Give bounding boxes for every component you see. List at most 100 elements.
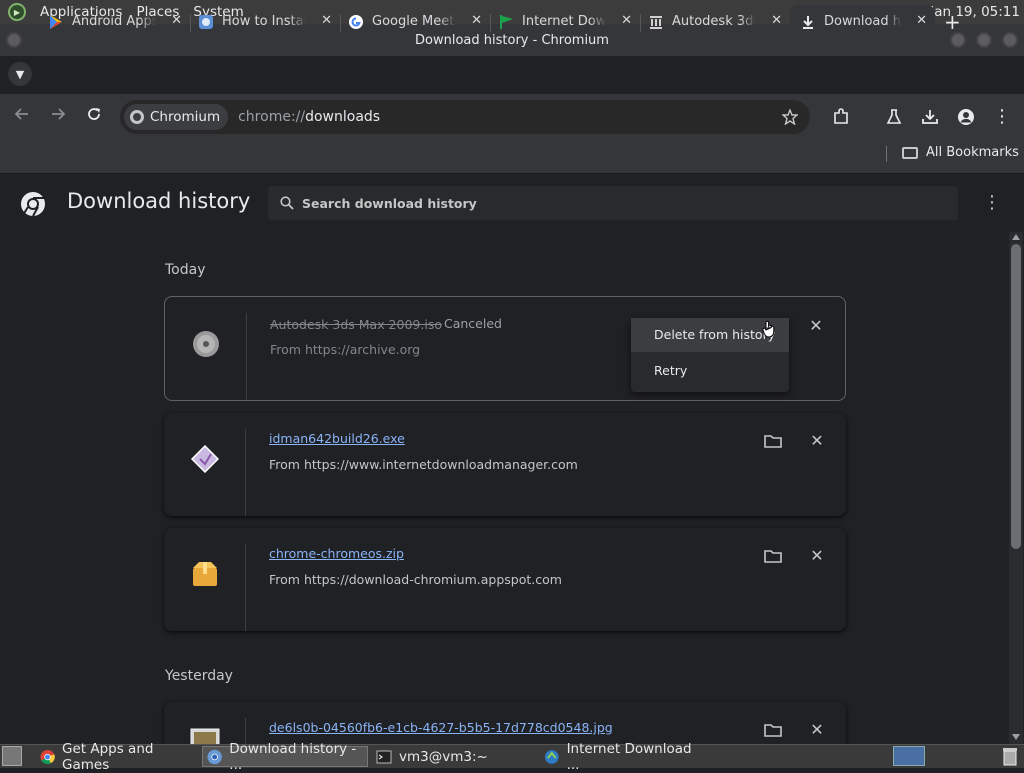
browser-menu-kebab-icon[interactable]: ⋮ xyxy=(991,106,1013,128)
download-filename-link[interactable]: idman642build26.exe xyxy=(269,431,405,446)
search-downloads-box[interactable] xyxy=(268,186,958,220)
forward-button[interactable] xyxy=(47,106,69,128)
google-play-icon xyxy=(50,14,62,29)
scroll-up-arrow[interactable] xyxy=(1012,234,1020,240)
green-flag-icon xyxy=(500,14,513,29)
page-title: Download history xyxy=(67,189,251,213)
item-divider xyxy=(245,544,246,631)
labs-flask-icon[interactable] xyxy=(886,108,902,126)
download-item: idman642build26.exe From https://www.int… xyxy=(164,413,846,516)
idm-icon xyxy=(544,749,559,764)
download-filename-link[interactable]: de6ls0b-04560fb6-e1cb-4627-b5b5-17d778cd… xyxy=(269,720,613,735)
maximize-button[interactable] xyxy=(976,32,992,48)
show-in-folder-icon[interactable] xyxy=(764,548,782,564)
remove-item-close-icon[interactable]: ✕ xyxy=(807,317,825,335)
archive-org-icon xyxy=(650,15,662,29)
tab-autodesk[interactable]: Autodesk 3ds ✕ xyxy=(640,5,790,38)
all-bookmarks-label: All Bookmarks xyxy=(926,145,1019,160)
tab-how-to-install[interactable]: How to Install ✕ xyxy=(190,5,340,38)
taskbar-item-get-apps[interactable]: Get Apps and Games xyxy=(36,741,196,773)
address-bar[interactable]: Chromium chrome://downloads xyxy=(120,100,810,134)
tab-internet-download[interactable]: Internet Download ✕ xyxy=(490,5,640,38)
close-tab-icon[interactable]: ✕ xyxy=(171,13,182,28)
scrollbar-thumb[interactable] xyxy=(1011,244,1021,549)
reload-button[interactable] xyxy=(83,106,105,128)
download-filename-link[interactable]: chrome-chromeos.zip xyxy=(269,546,404,561)
page-more-actions-icon[interactable]: ⋮ xyxy=(982,192,1002,213)
taskbar-item-terminal[interactable]: vm3@vm3:~ xyxy=(372,746,532,767)
tab-download-history[interactable]: Download history ✕ xyxy=(790,5,935,38)
close-tab-icon[interactable]: ✕ xyxy=(321,13,332,28)
chromium-logo-icon xyxy=(130,110,144,124)
zip-archive-icon xyxy=(193,562,217,586)
distro-logo-icon[interactable]: ▶ xyxy=(8,3,26,21)
new-tab-button[interactable]: + xyxy=(944,5,968,38)
downloads-toolbar-icon[interactable] xyxy=(921,108,939,126)
tray-chromium-icon[interactable] xyxy=(893,746,925,766)
arrow-left-icon xyxy=(14,108,28,120)
download-source: From https://download-chromium.appspot.c… xyxy=(269,572,562,587)
chromium-logo-icon xyxy=(21,192,45,217)
extensions-puzzle-icon[interactable] xyxy=(832,108,850,126)
download-item: chrome-chromeos.zip From https://downloa… xyxy=(164,528,846,631)
item-divider xyxy=(245,429,246,516)
bookmarks-separator xyxy=(886,146,887,162)
all-bookmarks-button[interactable]: All Bookmarks xyxy=(902,145,1019,160)
download-item: de6ls0b-04560fb6-e1cb-4627-b5b5-17d778cd… xyxy=(164,702,846,744)
close-tab-icon[interactable]: ✕ xyxy=(916,13,927,28)
download-icon xyxy=(803,15,813,29)
retry-menu-item[interactable]: Retry xyxy=(631,354,789,388)
window-menu-button[interactable] xyxy=(6,32,22,48)
close-window-button[interactable] xyxy=(1002,32,1018,48)
tab-label: Internet Download xyxy=(522,14,606,29)
section-heading-yesterday: Yesterday xyxy=(165,668,233,684)
taskbar-item-internet-download[interactable]: Internet Download ... xyxy=(540,741,705,773)
google-icon xyxy=(349,14,363,29)
search-input[interactable] xyxy=(302,195,902,211)
close-tab-icon[interactable]: ✕ xyxy=(471,13,482,28)
taskbar-item-label: vm3@vm3:~ xyxy=(399,748,488,765)
web-page-icon xyxy=(199,14,213,29)
download-source: From https://www.internetdownloadmanager… xyxy=(269,457,578,472)
bookmarks-bar xyxy=(0,140,1024,174)
disc-icon xyxy=(193,331,219,357)
section-heading-today: Today xyxy=(165,262,206,278)
scroll-down-arrow[interactable] xyxy=(1012,734,1020,740)
folder-icon xyxy=(902,146,918,159)
tab-strip xyxy=(0,56,1024,94)
tab-google-meet[interactable]: Google Meet ✕ xyxy=(340,5,490,38)
chrome-icon xyxy=(40,749,55,764)
show-in-folder-icon[interactable] xyxy=(764,722,782,738)
hand-pointer-cursor-icon xyxy=(762,320,775,338)
remove-item-close-icon[interactable]: ✕ xyxy=(808,721,826,739)
taskbar-item-download-history[interactable]: Download history - ... xyxy=(202,741,368,773)
back-button[interactable] xyxy=(11,106,33,128)
close-tab-icon[interactable]: ✕ xyxy=(621,13,632,28)
url-host: downloads xyxy=(305,109,381,125)
plus-icon: + xyxy=(944,9,961,34)
remove-item-close-icon[interactable]: ✕ xyxy=(808,432,826,450)
url-text[interactable]: chrome://downloads xyxy=(238,109,380,125)
chromium-icon xyxy=(207,749,222,764)
item-divider xyxy=(246,313,247,400)
download-filename: Autodesk 3ds Max 2009.iso xyxy=(270,317,442,332)
tab-search-dropdown-button[interactable]: ▼ xyxy=(8,62,32,86)
site-info-chip[interactable]: Chromium xyxy=(124,104,229,130)
profile-avatar-icon[interactable] xyxy=(957,108,975,126)
bookmark-star-icon[interactable] xyxy=(782,109,798,125)
tab-label: Google Meet xyxy=(372,14,455,29)
download-status: Canceled xyxy=(444,316,502,331)
arrow-right-icon xyxy=(52,108,66,120)
download-source: From https://archive.org xyxy=(270,342,421,357)
tab-label: How to Install xyxy=(222,14,306,29)
remove-item-close-icon[interactable]: ✕ xyxy=(808,547,826,565)
reload-icon xyxy=(88,108,100,120)
show-desktop-icon[interactable] xyxy=(2,746,22,766)
close-tab-icon[interactable]: ✕ xyxy=(771,13,782,28)
tab-android-apps[interactable]: Android Apps ✕ xyxy=(40,5,190,38)
tab-label: Android Apps xyxy=(72,14,156,29)
tab-label: Autodesk 3ds xyxy=(672,14,756,29)
search-icon xyxy=(280,196,294,210)
show-in-folder-icon[interactable] xyxy=(764,433,782,449)
trash-icon[interactable] xyxy=(1002,746,1018,766)
